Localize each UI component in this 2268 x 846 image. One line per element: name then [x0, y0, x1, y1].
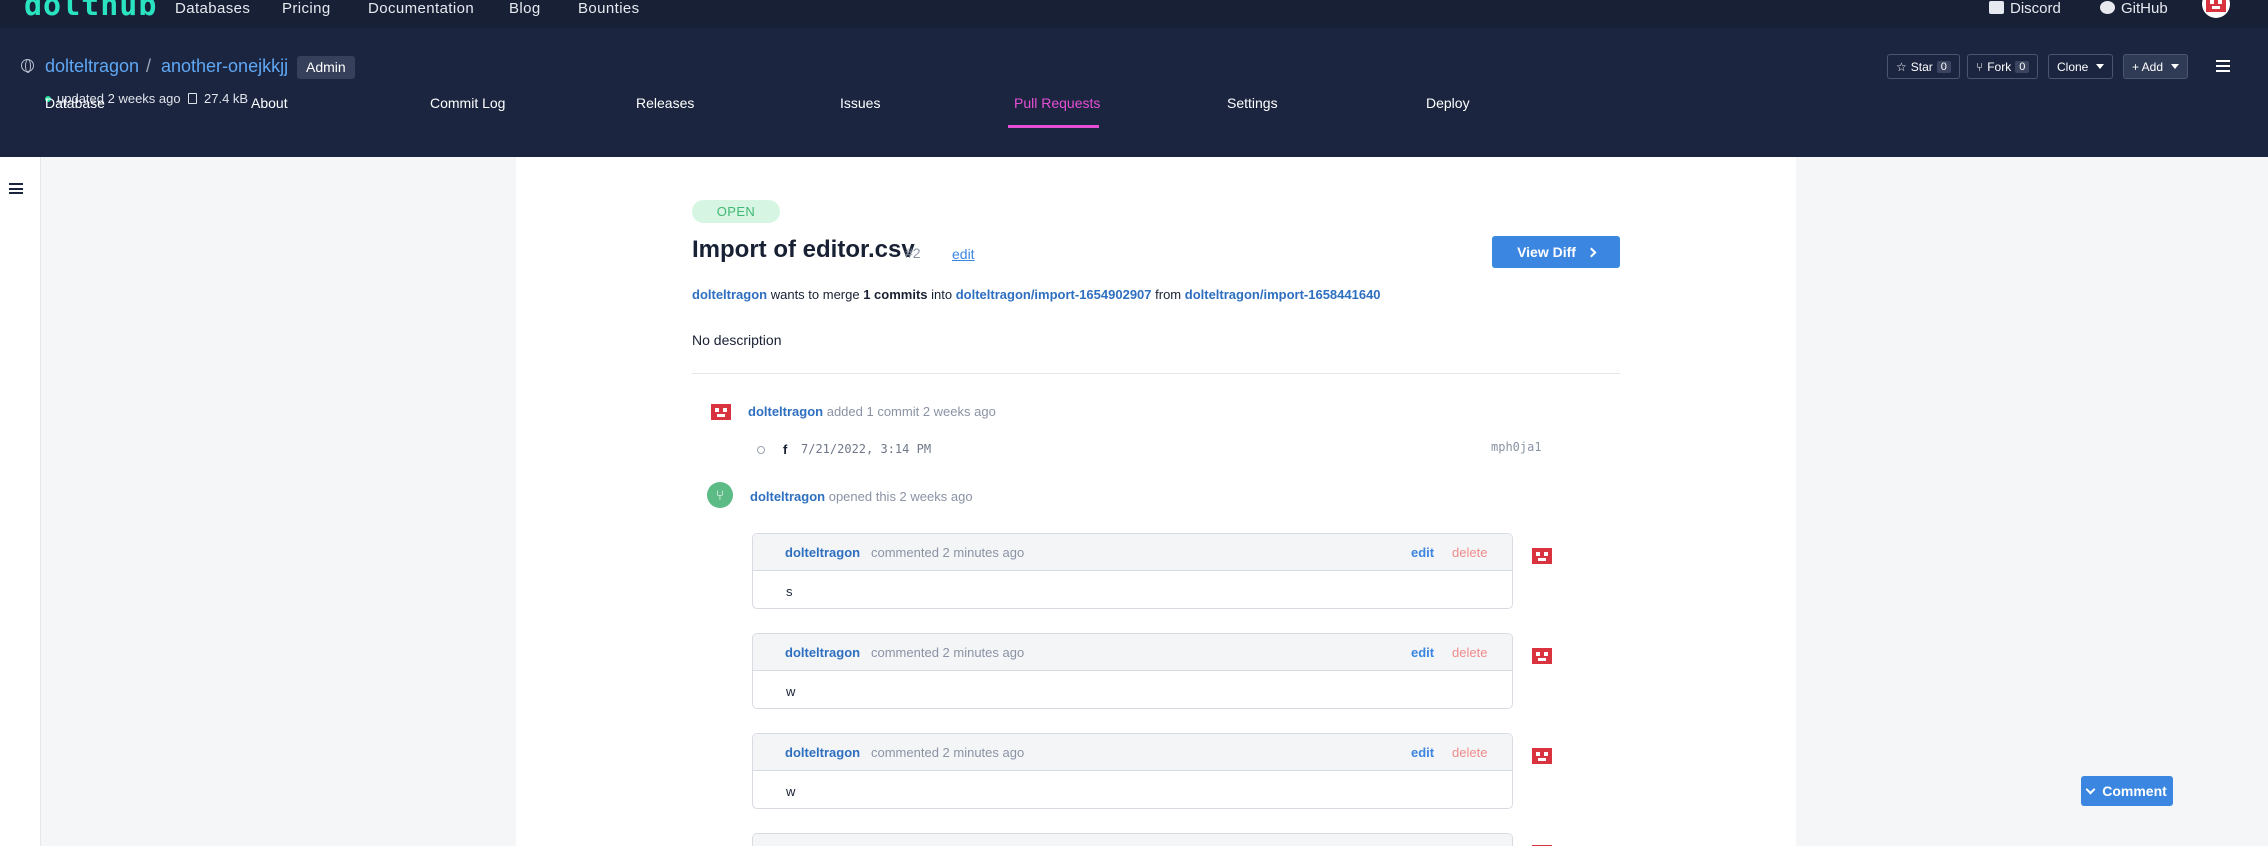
comment-delete-link[interactable]: delete: [1452, 645, 1487, 660]
comment-header: dolteltragon commented 2 minutes ago edi…: [753, 634, 1512, 671]
repo-name-link[interactable]: another-onejkkjj: [161, 56, 288, 77]
view-diff-button[interactable]: View Diff: [1492, 236, 1620, 268]
repo-owner-link[interactable]: dolteltragon: [45, 56, 139, 77]
github-icon: [2100, 1, 2115, 14]
comment-card: dolteltragon commented 2 minutes ago edi…: [752, 633, 1513, 709]
pr-title: Import of editor.csv: [692, 236, 915, 263]
into-branch-link[interactable]: dolteltragon/import-1654902907: [956, 287, 1152, 302]
comment-header: dolteltragon commented 2 minutes ago edi…: [753, 534, 1512, 571]
nav-databases[interactable]: Databases: [175, 0, 250, 17]
globe-icon: [21, 59, 34, 73]
github-link[interactable]: GitHub: [2100, 0, 2168, 17]
merge-author-link[interactable]: dolteltragon: [692, 287, 767, 302]
nav-documentation[interactable]: Documentation: [368, 0, 474, 17]
tab-pull-requests[interactable]: Pull Requests: [1014, 95, 1100, 111]
fork-count: 0: [2015, 60, 2030, 73]
comment-button[interactable]: Comment: [2081, 776, 2173, 806]
comment-card: [752, 833, 1513, 846]
avatar[interactable]: [1529, 743, 1555, 769]
comment-body: s: [786, 584, 793, 599]
discord-link[interactable]: Discord: [1989, 0, 2061, 17]
tab-commit-log[interactable]: Commit Log: [430, 95, 505, 111]
pr-status-badge: OPEN: [692, 200, 780, 223]
fork-icon: ⑂: [1976, 59, 1984, 74]
repo-header: dolteltragon / another-onejkkjj Admin up…: [0, 28, 2268, 157]
sidebar-toggle-icon[interactable]: [9, 183, 23, 194]
commit-hash[interactable]: mph0ja1: [1491, 440, 1542, 454]
nav-bounties[interactable]: Bounties: [578, 0, 640, 17]
opened-event: dolteltragon opened this 2 weeks ago: [750, 489, 973, 504]
comment-body: w: [786, 784, 796, 799]
divider: [692, 373, 1620, 374]
nav-pricing[interactable]: Pricing: [282, 0, 331, 17]
star-count: 0: [1936, 60, 1951, 73]
event-author-link[interactable]: dolteltragon: [750, 489, 825, 504]
tab-deploy[interactable]: Deploy: [1426, 95, 1470, 111]
comment-author-link[interactable]: dolteltragon: [785, 545, 860, 560]
file-icon: [188, 93, 197, 104]
comment-edit-link[interactable]: edit: [1411, 745, 1434, 760]
top-navbar: dolthub Databases Pricing Documentation …: [0, 0, 2268, 28]
star-icon: ☆: [1896, 59, 1907, 74]
comment-card: dolteltragon commented 2 minutes ago edi…: [752, 533, 1513, 609]
breadcrumb-separator: /: [146, 56, 152, 76]
commit-message[interactable]: f: [783, 442, 787, 457]
chevron-down-icon: [2085, 784, 2096, 794]
commit-event: dolteltragon added 1 commit 2 weeks ago: [748, 404, 996, 419]
comment-delete-link[interactable]: delete: [1452, 745, 1487, 760]
user-avatar[interactable]: [2202, 0, 2230, 18]
pr-edit-link[interactable]: edit: [952, 246, 975, 262]
tab-issues[interactable]: Issues: [840, 95, 880, 111]
comment-delete-link[interactable]: delete: [1452, 545, 1487, 560]
clone-button[interactable]: Clone: [2048, 54, 2114, 79]
star-button[interactable]: ☆ Star 0: [1887, 54, 1960, 79]
tab-database[interactable]: Database: [45, 95, 105, 111]
pull-request-icon: ⑂: [707, 482, 733, 508]
commit-dot-icon: [757, 446, 765, 454]
comment-card: dolteltragon commented 2 minutes ago edi…: [752, 733, 1513, 809]
caret-down-icon: [2171, 64, 2180, 69]
chevron-right-icon: [1586, 247, 1597, 257]
from-branch-link[interactable]: dolteltragon/import-1658441640: [1185, 287, 1381, 302]
comment-time: commented 2 minutes ago: [871, 745, 1025, 760]
caret-down-icon: [2096, 64, 2105, 69]
comment-author-link[interactable]: dolteltragon: [785, 645, 860, 660]
discord-icon: [1989, 1, 2004, 14]
commit-date: 7/21/2022, 3:14 PM: [801, 442, 932, 456]
comment-time: commented 2 minutes ago: [871, 645, 1025, 660]
avatar[interactable]: [1529, 643, 1555, 669]
pr-number: #2: [905, 245, 921, 261]
comment-time: commented 2 minutes ago: [871, 545, 1025, 560]
pr-description: No description: [692, 332, 782, 348]
comment-edit-link[interactable]: edit: [1411, 645, 1434, 660]
comment-header: dolteltragon commented 2 minutes ago edi…: [753, 734, 1512, 771]
avatar[interactable]: [708, 399, 734, 425]
fork-button[interactable]: ⑂ Fork 0: [1967, 54, 2039, 79]
avatar[interactable]: [1529, 840, 1555, 846]
comment-author-link[interactable]: dolteltragon: [785, 745, 860, 760]
repo-size: 27.4 kB: [188, 91, 248, 106]
tab-settings[interactable]: Settings: [1227, 95, 1278, 111]
event-author-link[interactable]: dolteltragon: [748, 404, 823, 419]
merge-summary: dolteltragon wants to merge 1 commits in…: [692, 287, 1381, 302]
comment-edit-link[interactable]: edit: [1411, 545, 1434, 560]
nav-blog[interactable]: Blog: [509, 0, 541, 17]
active-tab-indicator: [1008, 125, 1099, 128]
tab-about[interactable]: About: [251, 95, 288, 111]
dolthub-logo[interactable]: dolthub: [24, 0, 157, 23]
tab-releases[interactable]: Releases: [636, 95, 694, 111]
avatar[interactable]: [1529, 543, 1555, 569]
add-button[interactable]: + Add: [2123, 54, 2189, 79]
role-badge: Admin: [297, 56, 355, 79]
comment-body: w: [786, 684, 796, 699]
left-sidebar: [0, 157, 41, 846]
comment-header: [753, 834, 1512, 846]
menu-icon[interactable]: [2216, 60, 2230, 72]
